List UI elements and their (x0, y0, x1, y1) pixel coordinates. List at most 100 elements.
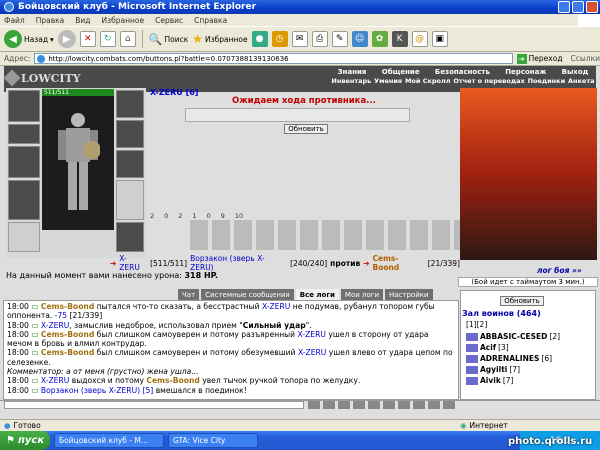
chat-button[interactable] (428, 401, 440, 409)
armor-slot[interactable] (8, 180, 40, 220)
menu-tools[interactable]: Сервис (155, 16, 183, 25)
nav-inventory[interactable]: Инвентарь (331, 77, 371, 85)
player-list-item[interactable]: ADRENALINES [6] (466, 353, 594, 364)
chat-button[interactable] (413, 401, 425, 409)
chat-text[interactable]: X-ZERU (262, 302, 290, 311)
pagination[interactable]: [1][2] (466, 320, 487, 329)
team2-player[interactable]: Cems-Boond (373, 254, 425, 272)
chat-button[interactable] (308, 401, 320, 409)
nav-skills[interactable]: Умения (374, 77, 402, 85)
chat-button[interactable] (368, 401, 380, 409)
edit-icon[interactable]: ✎ (331, 31, 348, 47)
chat-text[interactable]: Cems-Boond (146, 376, 199, 385)
tab-system[interactable]: Системные сообщения (201, 289, 294, 300)
belt-slot[interactable] (8, 222, 40, 252)
chat-input[interactable] (4, 401, 304, 409)
team1-pet[interactable]: Ворзакон (зверь X-ZERU) (190, 254, 287, 272)
mail-icon[interactable]: ✉ (291, 31, 308, 47)
refresh-icon[interactable]: ↻ (99, 31, 116, 47)
media-icon[interactable]: ● (251, 31, 268, 47)
menu-file[interactable]: Файл (4, 16, 25, 25)
team1-player[interactable]: X-ZERU (119, 254, 147, 272)
bracers-slot[interactable] (8, 124, 40, 144)
go-button[interactable]: ➜ Переход (516, 53, 563, 64)
separator (141, 30, 143, 48)
print-icon[interactable]: ⎙ (311, 31, 328, 47)
chat-log[interactable]: 18:00 ▭ Cems-Boond пытался что-то сказат… (3, 300, 459, 400)
nav-scroll[interactable]: Мой Скролл (405, 77, 451, 85)
legs-slot[interactable] (116, 180, 144, 220)
menu-favorites[interactable]: Избранное (102, 16, 145, 25)
battle-log-link[interactable]: лог боя »» (537, 266, 582, 275)
links-label[interactable]: Ссылки (571, 54, 600, 63)
player-list-item[interactable]: ABBASIC-CESED [2] (466, 331, 594, 342)
task-gta[interactable]: GTA: Vice City (168, 433, 258, 448)
address-input[interactable]: http://lowcity.combats.com/buttons.pl?ba… (34, 53, 513, 64)
chat-line: 18:00 ▭ Cems-Boond был слишком самоувере… (7, 348, 455, 367)
chat-text[interactable]: X-ZERU (41, 376, 69, 385)
tab-settings[interactable]: Настройки (385, 289, 433, 300)
maximize-button[interactable] (572, 1, 584, 13)
player-list-item[interactable]: Acif [3] (466, 342, 594, 353)
gloves-slot[interactable] (116, 120, 144, 148)
nav-exit[interactable]: Выход (562, 68, 589, 76)
battle-refresh-button[interactable]: Обновить (284, 124, 328, 134)
tab-my-logs[interactable]: Мои логи (340, 289, 383, 300)
close-button[interactable] (586, 1, 598, 13)
spell-slots[interactable] (190, 220, 460, 250)
at-icon[interactable]: @ (411, 31, 428, 47)
chat-text[interactable]: Cems-Boond (41, 348, 94, 357)
start-button[interactable]: ⚑ пуск (0, 431, 50, 450)
chat-button[interactable] (353, 401, 365, 409)
menu-edit[interactable]: Правка (36, 16, 65, 25)
player-name[interactable]: X-ZERU [6] (150, 88, 198, 97)
history-icon[interactable]: ◷ (271, 31, 288, 47)
chat-text[interactable]: -75 (55, 311, 67, 320)
nav-duels[interactable]: Поединки (528, 77, 566, 85)
weapon-slot[interactable] (8, 146, 40, 178)
chat-tag-icon: ▭ (31, 348, 41, 358)
chat-button[interactable] (383, 401, 395, 409)
players-refresh-button[interactable]: Обновить (500, 296, 544, 306)
back-button[interactable]: ◀ Назад ▾ (4, 30, 54, 48)
shield-slot[interactable] (116, 150, 144, 178)
chat-button[interactable] (323, 401, 335, 409)
helmet-slot[interactable] (8, 90, 40, 122)
menu-view[interactable]: Вид (75, 16, 90, 25)
nav-character[interactable]: Персонаж (505, 68, 546, 76)
chat-text[interactable]: Ворзакон (зверь X-ZERU) [5] (41, 386, 153, 395)
folder-icon[interactable]: ▣ (431, 31, 448, 47)
tab-all-logs[interactable]: Все логи (295, 289, 339, 300)
earrings-slot[interactable] (116, 90, 144, 118)
tab-chat[interactable]: Чат (178, 289, 200, 300)
player-list-item[interactable]: Agyilti [7] (466, 364, 594, 375)
chat-button[interactable] (443, 401, 455, 409)
favorites-button[interactable]: ★ Избранное (192, 32, 247, 46)
boots-slot[interactable] (116, 222, 144, 252)
icq-icon[interactable]: ✿ (371, 31, 388, 47)
chat-text[interactable]: Cems-Boond (41, 302, 94, 311)
chat-text[interactable]: X-ZERU (298, 330, 326, 339)
chat-text[interactable]: X-ZERU (41, 321, 69, 330)
stop-icon[interactable]: ✕ (79, 31, 96, 47)
k-icon[interactable]: K (391, 31, 408, 47)
chat-text[interactable]: Cems-Boond (41, 330, 94, 339)
task-ie[interactable]: Бойцовский клуб - M... (54, 433, 164, 448)
chat-text[interactable]: X-ZERU (298, 348, 326, 357)
messenger-icon[interactable]: ☺ (351, 31, 368, 47)
minimize-button[interactable] (558, 1, 570, 13)
chat-button[interactable] (398, 401, 410, 409)
site-logo[interactable]: LOWCITY (3, 68, 86, 88)
nav-transfers[interactable]: Отчет о переводах (453, 77, 524, 85)
search-button[interactable]: 🔍 Поиск (149, 33, 188, 46)
nav-profile[interactable]: Анкета (568, 77, 595, 85)
nav-knowledge[interactable]: Знания (338, 68, 367, 76)
action-slots[interactable] (185, 108, 410, 122)
chat-button[interactable] (338, 401, 350, 409)
nav-security[interactable]: Безопасность (435, 68, 490, 76)
menu-help[interactable]: Справка (194, 16, 227, 25)
home-icon[interactable]: ⌂ (119, 31, 136, 47)
forward-button[interactable]: ▶ (57, 30, 76, 48)
player-list-item[interactable]: Aivik [7] (466, 375, 594, 386)
nav-communication[interactable]: Общение (382, 68, 420, 76)
